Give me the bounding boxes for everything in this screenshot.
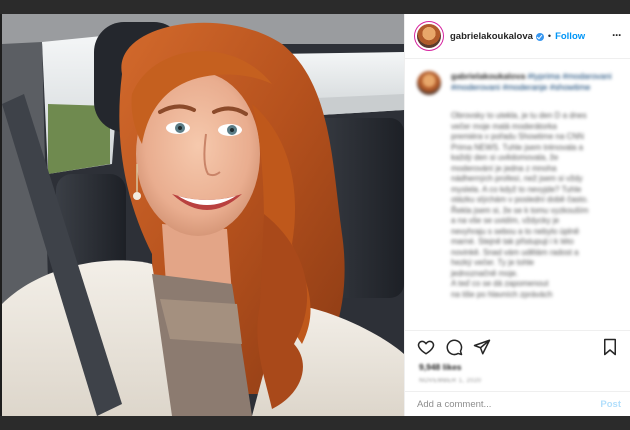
post-photo[interactable] xyxy=(2,14,404,416)
caption-line: a na vše se uvidím, vždycky je xyxy=(451,216,560,225)
bookmark-icon[interactable] xyxy=(601,338,619,356)
caption-area: gabrielakoukalova #typrima #modarovani #… xyxy=(405,59,630,329)
caption-line: myslela. A co když to nevyjde? Tuhle xyxy=(451,184,582,194)
comment-icon[interactable] xyxy=(445,338,463,356)
heart-icon[interactable] xyxy=(417,338,435,356)
comment-input[interactable] xyxy=(417,399,601,410)
caption-line: jednoznačně moje. xyxy=(451,268,519,278)
username-link[interactable]: gabrielakoukalova xyxy=(450,31,533,42)
screenshot-frame: gabrielakoukalova • Follow ··· gabrielak… xyxy=(0,0,630,430)
caption-line: nevyhraju s sebou a to nebylo úplně xyxy=(451,226,580,236)
caption-line: Prima NEWS. Tuhle jsem trénovala a xyxy=(451,142,584,152)
paper-plane-icon[interactable] xyxy=(473,338,491,356)
selfie-image xyxy=(2,14,404,416)
caption-username[interactable]: gabrielakoukalova xyxy=(451,71,525,81)
more-horizontal-icon[interactable]: ··· xyxy=(612,28,622,42)
caption-line: marné. Stejně tak přistupuji i k této xyxy=(451,237,574,246)
post-side-panel: gabrielakoukalova • Follow ··· gabrielak… xyxy=(404,14,630,416)
caption-text: Obrovsky to utekla, je tu den D a dnes v… xyxy=(451,95,621,300)
post-modal: gabrielakoukalova • Follow ··· gabrielak… xyxy=(2,14,630,416)
verified-badge-icon xyxy=(535,33,544,41)
caption-line: novinkě. Snad vám udělám radost a xyxy=(451,247,579,257)
caption-line: na tiše po hlavních zprávách xyxy=(451,289,553,299)
post-comment-button[interactable]: Post xyxy=(600,399,621,410)
caption-header: gabrielakoukalova #typrima #modarovani #… xyxy=(451,71,621,93)
caption-line: moderování je jedna z mnoha xyxy=(451,163,557,173)
separator-dot: • xyxy=(547,31,552,41)
post-header: gabrielakoukalova • Follow ··· xyxy=(405,14,630,59)
caption-line: Obrovsky to utekla, je tu den D a dnes xyxy=(451,111,587,120)
overlay-top-bar xyxy=(0,0,630,14)
overlay-bottom-bar xyxy=(0,416,630,430)
likes-count[interactable]: 9,948 likes xyxy=(419,362,462,372)
caption-line: nádherných profesí, než jsem si vždy xyxy=(451,174,583,183)
caption-line: hezký večer. Ty je tohle xyxy=(451,258,535,267)
caption-line: večer moje malá moderátorka xyxy=(451,121,557,131)
avatar[interactable] xyxy=(417,24,441,48)
follow-button[interactable]: Follow xyxy=(555,31,585,42)
caption-line: každý den si uvědomovala, že xyxy=(451,153,559,162)
caption-line: A teď co se dá zapomenout xyxy=(451,279,549,288)
caption-line: Řekla jsem si, že se k tomu vyzkouším xyxy=(451,205,589,215)
post-actions xyxy=(405,330,630,361)
caption-line: premiéra v pořadu Showtime na CNN xyxy=(451,132,584,141)
caption-avatar[interactable] xyxy=(417,71,441,95)
post-date[interactable]: November 1, 2020 xyxy=(419,378,481,384)
caption-line: otázku slýchám v poslední době často. xyxy=(451,195,589,204)
comment-bar: Post xyxy=(405,391,630,416)
